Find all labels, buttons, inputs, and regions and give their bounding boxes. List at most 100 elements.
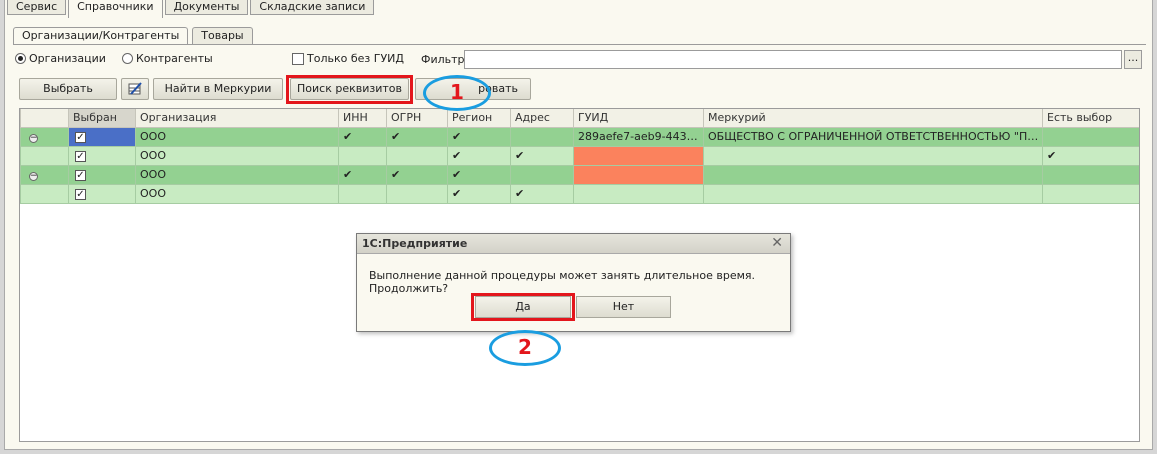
find-in-mercury-button[interactable]: Найти в Меркурии: [153, 78, 283, 100]
row-tree-cell: [20, 183, 69, 204]
radio-organizations[interactable]: Организации: [15, 52, 106, 65]
col-header-has-choice[interactable]: Есть выбор: [1042, 109, 1139, 128]
collapse-icon[interactable]: −: [29, 172, 38, 181]
col-header-region[interactable]: Регион: [447, 109, 511, 128]
address-cell: [510, 164, 574, 185]
organization-cell[interactable]: ООО: [135, 183, 339, 204]
sub-tab-bar: Организации/Контрагенты Товары: [13, 27, 257, 45]
checkmark-icon: ✔: [452, 187, 462, 200]
col-header-inn[interactable]: ИНН: [338, 109, 387, 128]
col-header-ogrn[interactable]: ОГРН: [386, 109, 448, 128]
table-row[interactable]: − ✓ ООО ✔ ✔ ✔: [20, 164, 1139, 185]
table-row[interactable]: ✓ ООО ✔ ✔ ✔: [20, 145, 1139, 166]
checkmark-icon: ✔: [343, 168, 353, 181]
organization-cell[interactable]: ООО: [135, 126, 339, 147]
mercury-cell[interactable]: [703, 164, 1043, 185]
collapse-icon[interactable]: −: [29, 134, 38, 143]
checkbox-checked-icon[interactable]: ✓: [75, 170, 86, 181]
mercury-cell[interactable]: [703, 145, 1043, 166]
region-cell: ✔: [447, 145, 511, 166]
close-icon[interactable]: ✕: [771, 235, 783, 251]
checkmark-icon: ✔: [1047, 149, 1057, 162]
top-tab-bar: Сервис Справочники Документы Складские з…: [7, 0, 376, 18]
dialog-title: 1С:Предприятие: [357, 234, 790, 254]
table-row[interactable]: − ✓ ООО ✔ ✔ ✔ 289aefe7-aeb9-443e-a... ОБ…: [20, 126, 1139, 147]
row-collapse-cell[interactable]: −: [20, 126, 69, 147]
checkmark-icon: ✔: [391, 130, 401, 143]
app-window: Сервис Справочники Документы Складские з…: [4, 0, 1153, 450]
filter-input[interactable]: [464, 50, 1122, 69]
highlight-yes-button: [471, 293, 575, 321]
filter-select-button[interactable]: ...: [1124, 50, 1142, 69]
row-tree-cell: [20, 145, 69, 166]
has-choice-cell: [1042, 126, 1139, 147]
mercury-cell[interactable]: [703, 183, 1043, 204]
col-header-tree[interactable]: [20, 109, 69, 128]
guid-cell[interactable]: [573, 183, 704, 204]
checkmark-icon: ✔: [452, 168, 462, 181]
selected-cell[interactable]: ✓: [68, 126, 136, 147]
filter-label: Фильтр:: [421, 53, 469, 66]
annotation-step-2: 2: [489, 330, 561, 366]
ogrn-cell: [386, 145, 448, 166]
ogrn-cell: ✔: [386, 164, 448, 185]
tab-warehouse-records[interactable]: Складские записи: [250, 0, 375, 15]
checkbox-box: [292, 52, 304, 65]
has-choice-cell: [1042, 164, 1139, 185]
checkbox-checked-icon[interactable]: ✓: [75, 132, 86, 143]
col-header-mercury[interactable]: Меркурий: [703, 109, 1043, 128]
radio-dot: [122, 53, 133, 64]
radio-contractors[interactable]: Контрагенты: [122, 52, 213, 65]
col-header-guid[interactable]: ГУИД: [573, 109, 704, 128]
guid-cell-missing[interactable]: [573, 164, 704, 185]
region-cell: ✔: [447, 164, 511, 185]
ogrn-cell: [386, 183, 448, 204]
mercury-cell[interactable]: ОБЩЕСТВО С ОГРАНИЧЕННОЙ ОТВЕТСТВЕННОСТЬЮ…: [703, 126, 1043, 147]
inn-cell: ✔: [338, 126, 387, 147]
radio-organizations-label: Организации: [29, 52, 106, 65]
tab-directories[interactable]: Справочники: [68, 0, 163, 18]
inn-cell: [338, 145, 387, 166]
inn-cell: [338, 183, 387, 204]
has-choice-cell: [1042, 183, 1139, 204]
tab-organizations-contractors[interactable]: Организации/Контрагенты: [13, 27, 189, 45]
address-cell: ✔: [510, 183, 574, 204]
organization-cell[interactable]: ООО: [135, 164, 339, 185]
edit-list-button[interactable]: [121, 78, 149, 100]
only-without-guid-checkbox[interactable]: Только без ГУИД: [292, 52, 404, 65]
tab-documents[interactable]: Документы: [164, 0, 249, 15]
has-choice-cell: ✔: [1042, 145, 1139, 166]
selected-cell[interactable]: ✓: [68, 183, 136, 204]
col-header-organization[interactable]: Организация: [135, 109, 339, 128]
region-cell: ✔: [447, 183, 511, 204]
guid-cell[interactable]: 289aefe7-aeb9-443e-a...: [573, 126, 704, 147]
tab-service[interactable]: Сервис: [7, 0, 67, 15]
confirm-dialog: 1С:Предприятие ✕ Выполнение данной проце…: [356, 233, 791, 332]
tab-goods[interactable]: Товары: [192, 27, 253, 44]
dialog-message: Выполнение данной процедуры может занять…: [369, 269, 755, 295]
col-header-selected[interactable]: Выбран: [68, 109, 136, 128]
tab-divider: [13, 44, 1146, 45]
guid-cell-missing[interactable]: [573, 145, 704, 166]
selected-cell[interactable]: ✓: [68, 145, 136, 166]
inn-cell: ✔: [338, 164, 387, 185]
checkbox-checked-icon[interactable]: ✓: [75, 189, 86, 200]
radio-contractors-label: Контрагенты: [136, 52, 213, 65]
checkmark-icon: ✔: [515, 187, 525, 200]
row-collapse-cell[interactable]: −: [20, 164, 69, 185]
only-without-guid-label: Только без ГУИД: [307, 52, 404, 65]
ogrn-cell: ✔: [386, 126, 448, 147]
highlight-search-details: [286, 75, 413, 104]
annotation-step-1: 1: [423, 75, 491, 111]
organization-cell[interactable]: ООО: [135, 145, 339, 166]
col-header-address[interactable]: Адрес: [510, 109, 574, 128]
table-row[interactable]: ✓ ООО ✔ ✔: [20, 183, 1139, 204]
checkmark-icon: ✔: [452, 149, 462, 162]
checkbox-checked-icon[interactable]: ✓: [75, 151, 86, 162]
edit-grid-icon: [128, 82, 142, 95]
checkmark-icon: ✔: [343, 130, 353, 143]
selected-cell[interactable]: ✓: [68, 164, 136, 185]
no-button[interactable]: Нет: [576, 296, 671, 318]
checkmark-icon: ✔: [452, 130, 462, 143]
select-button[interactable]: Выбрать: [19, 78, 117, 100]
